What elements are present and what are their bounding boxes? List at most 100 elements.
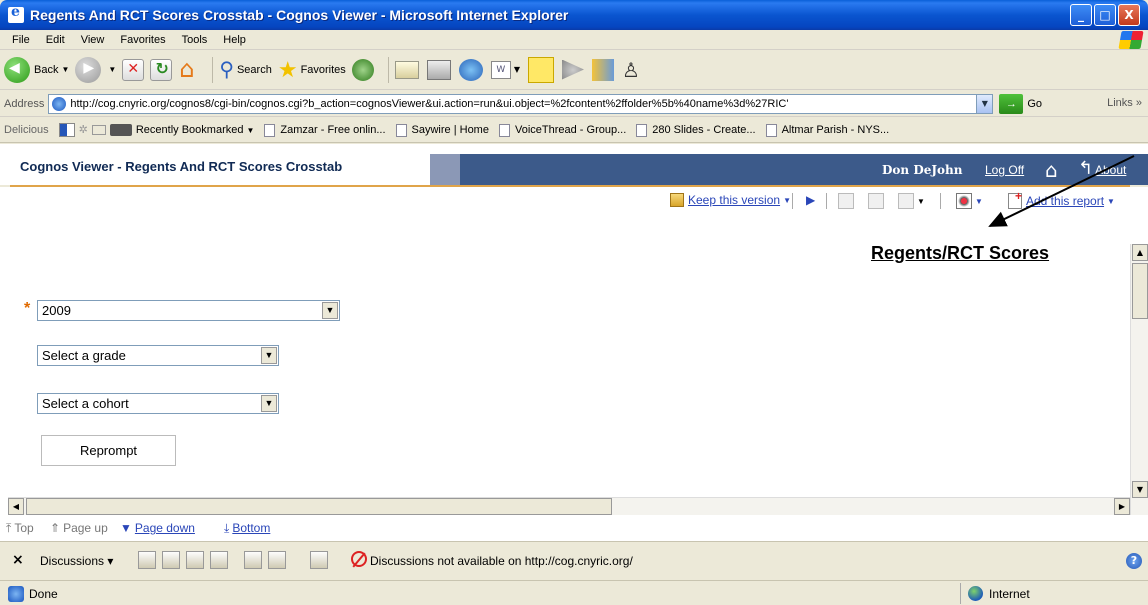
chevron-down-icon[interactable]: ▼ (917, 197, 925, 206)
envelope-icon[interactable] (91, 125, 106, 135)
discussion-icon[interactable] (244, 551, 262, 569)
back-button[interactable]: Back ▼ (4, 56, 69, 83)
view-format-button[interactable]: ▼ (956, 193, 983, 209)
about-link[interactable]: About (1095, 163, 1126, 177)
discussion-icon[interactable] (186, 551, 204, 569)
scroll-thumb[interactable] (1132, 263, 1148, 319)
discussion-icon[interactable] (162, 551, 180, 569)
discussion-icon[interactable] (268, 551, 286, 569)
refresh-icon[interactable] (150, 58, 173, 81)
drill-down-button[interactable] (838, 193, 854, 209)
close-discussions-icon[interactable]: × (12, 552, 24, 568)
menu-tools[interactable]: Tools (174, 34, 216, 46)
page-icon (765, 123, 777, 137)
help-icon[interactable]: ? (1126, 553, 1142, 569)
nav-page-down[interactable]: ▼ Page down (120, 521, 195, 535)
link-280-slides[interactable]: 280 Slides - Create... (636, 123, 756, 137)
note-icon[interactable] (527, 56, 554, 83)
word-icon[interactable]: W (490, 60, 511, 79)
discussion-icon[interactable] (210, 551, 228, 569)
address-input[interactable]: http://cog.cnyric.org/cognos8/cgi-bin/co… (48, 93, 994, 114)
play-icon: ▶ (806, 193, 816, 207)
year-select[interactable]: 2009 ▼ (37, 300, 340, 321)
print-icon[interactable] (426, 59, 451, 80)
delicious-icon[interactable] (58, 123, 75, 137)
discussions-menu[interactable]: Discussions ▾ (40, 554, 113, 568)
chevron-down-icon[interactable]: ▼ (108, 65, 116, 74)
links-label[interactable]: Links » (1107, 97, 1142, 109)
menu-file[interactable]: File (4, 34, 38, 46)
toolbar-separator (940, 193, 941, 209)
messenger-icon[interactable] (458, 58, 483, 81)
close-button[interactable]: X (1118, 4, 1140, 26)
scroll-left-icon[interactable]: ◀ (8, 498, 24, 515)
recently-bookmarked-link[interactable]: Recently Bookmarked ▼ (109, 124, 254, 136)
chevron-down-icon[interactable]: ▼ (514, 65, 520, 74)
chevron-down-icon[interactable]: ▼ (975, 197, 983, 206)
nav-top[interactable]: ⤒ Top (6, 521, 34, 536)
nav-bottom[interactable]: ⤓ Bottom (224, 521, 270, 536)
forward-arrow-icon (75, 56, 102, 83)
chevron-down-icon[interactable]: ▼ (976, 94, 993, 113)
chevron-down-icon[interactable]: ▼ (783, 196, 791, 205)
grade-select[interactable]: Select a grade ▼ (37, 345, 279, 366)
research-icon[interactable] (591, 58, 614, 81)
scroll-right-icon[interactable]: ▶ (1114, 498, 1130, 515)
search-button[interactable]: Search (219, 57, 272, 82)
history-icon[interactable] (351, 58, 374, 81)
cohort-select[interactable]: Select a cohort ▼ (37, 393, 279, 414)
scroll-up-icon[interactable]: ▲ (1132, 244, 1148, 261)
discussion-icon[interactable] (310, 551, 328, 569)
keep-version-button[interactable]: Keep this version ▼ (670, 193, 791, 207)
run-report-button[interactable]: ▶ (806, 193, 815, 207)
forward-button[interactable]: ▼ (75, 56, 116, 83)
home-icon[interactable]: ⌂ (1045, 158, 1058, 182)
scroll-thumb[interactable] (26, 498, 612, 515)
minimize-button[interactable]: _ (1070, 4, 1092, 26)
scroll-down-icon[interactable]: ▼ (1132, 481, 1148, 498)
mail-icon[interactable] (394, 60, 419, 79)
link-zamzar[interactable]: Zamzar - Free onlin... (264, 123, 386, 137)
chevron-down-icon[interactable]: ▼ (1107, 197, 1115, 206)
chevron-down-icon[interactable]: ▼ (61, 65, 69, 74)
link-saywire[interactable]: Saywire | Home (395, 123, 489, 137)
chevron-down-icon[interactable]: ▼ (261, 347, 277, 364)
link-altmar-parish-label: Altmar Parish - NYS... (781, 124, 890, 136)
reprompt-button[interactable]: Reprompt (41, 435, 176, 466)
add-report-button[interactable]: Add this report ▼ (1008, 189, 1115, 209)
menu-edit[interactable]: Edit (38, 34, 73, 46)
chevron-down-icon[interactable]: ▼ (261, 395, 277, 412)
link-altmar-parish[interactable]: Altmar Parish - NYS... (765, 123, 890, 137)
menu-help[interactable]: Help (215, 34, 254, 46)
nav-page-up[interactable]: ⇑ Page up (50, 521, 108, 535)
horizontal-scrollbar[interactable]: ◀ ▶ (8, 497, 1130, 515)
go-to-button[interactable]: ▼ (898, 193, 925, 209)
nav-page-up-label: Page up (63, 521, 108, 535)
vertical-scrollbar[interactable]: ▲ ▼ (1130, 244, 1148, 515)
return-icon[interactable]: ↰ (1078, 158, 1093, 179)
media-icon[interactable] (561, 59, 584, 80)
delicious-link[interactable]: Delicious (4, 124, 49, 136)
link-voicethread[interactable]: VoiceThread - Group... (498, 123, 626, 137)
menu-favorites[interactable]: Favorites (112, 34, 173, 46)
stop-icon[interactable] (122, 58, 145, 81)
add-report-link[interactable]: Add this report (1026, 194, 1104, 208)
maximize-button[interactable]: □ (1094, 4, 1116, 26)
favorites-label: Favorites (300, 63, 346, 76)
chevron-down-icon[interactable]: ▼ (322, 302, 338, 319)
tag-icon[interactable] (79, 123, 88, 137)
log-off-link[interactable]: Log Off (985, 163, 1024, 177)
favorites-button[interactable]: Favorites (278, 57, 346, 83)
go-button[interactable]: → Go (999, 93, 1042, 114)
menu-view[interactable]: View (73, 34, 113, 46)
page-down-icon: ▼ (120, 521, 132, 535)
windows-logo-icon (1118, 31, 1144, 49)
report-content: Regents/RCT Scores * 2009 ▼ Select a gra… (0, 213, 1148, 516)
go-arrow-icon: → (999, 93, 1024, 114)
discussion-icon[interactable] (138, 551, 156, 569)
home-icon[interactable] (178, 55, 200, 83)
drill-up-button[interactable] (868, 193, 884, 209)
person-icon[interactable] (622, 58, 640, 82)
browser-toolbar: Back ▼ ▼ Search Favorites W ▼ (0, 50, 1148, 90)
keep-version-link[interactable]: Keep this version (688, 193, 780, 207)
